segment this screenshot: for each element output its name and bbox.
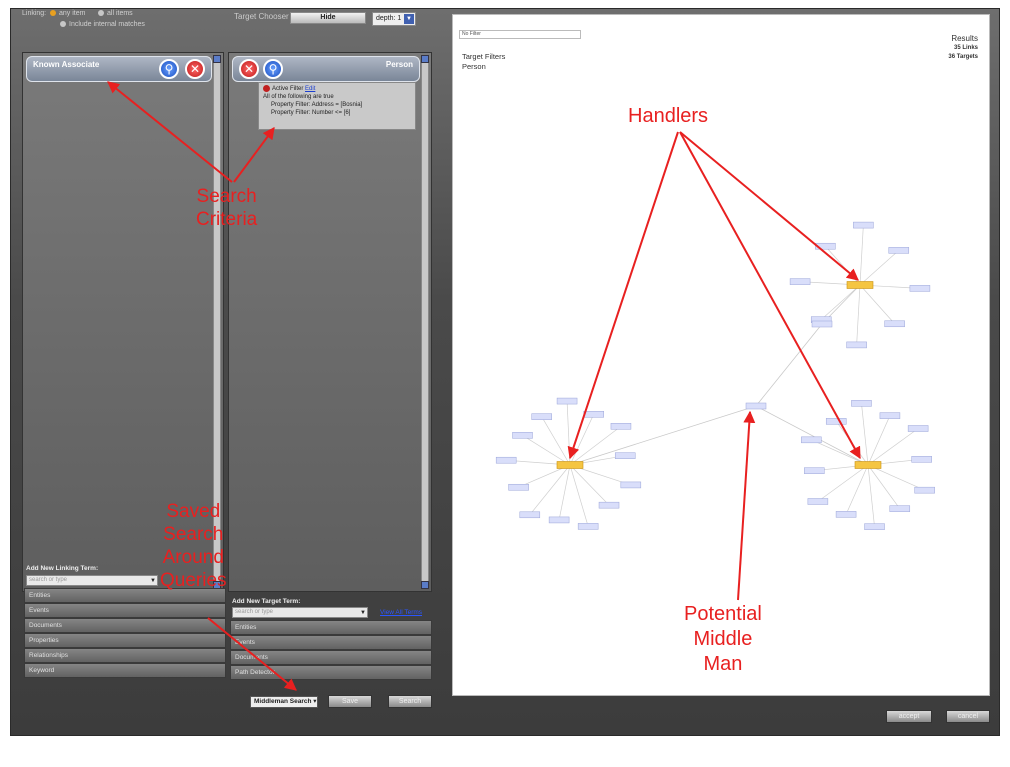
linking-category-list: Entities Events Documents Properties Relatio… (24, 588, 226, 678)
column-title: Known Associate (33, 60, 100, 69)
saved-search-select[interactable]: Middleman Search ▾ (250, 696, 318, 708)
category-path-detector[interactable]: Path Detector (230, 665, 432, 680)
category-documents[interactable]: Documents (230, 650, 432, 665)
target-chooser-label: Target Chooser (234, 12, 289, 21)
links-count: 35 Links (953, 45, 978, 51)
scrollbar[interactable] (421, 55, 429, 589)
all-items-radio[interactable]: all items (98, 10, 133, 17)
category-events[interactable]: Events (24, 603, 226, 618)
search-icon[interactable]: ⚲ (263, 59, 283, 79)
filter-line: All of the following are true (263, 94, 334, 101)
search-icon[interactable]: ⚲ (159, 59, 179, 79)
targets-count: 36 Targets (948, 54, 978, 60)
annotation-potential-middle-man: Potential Middle Man (684, 603, 762, 675)
any-item-radio[interactable]: any item (50, 10, 85, 17)
search-button[interactable]: Search (388, 695, 432, 708)
scroll-up-icon[interactable] (421, 55, 429, 63)
cancel-button[interactable]: cancel (946, 710, 990, 723)
category-properties[interactable]: Properties (24, 633, 226, 648)
chevron-down-icon: ▼ (150, 578, 156, 584)
save-button[interactable]: Save (328, 695, 372, 708)
annotation-search-criteria: Search Criteria (196, 186, 258, 230)
results-label: Results (951, 34, 978, 43)
accept-button[interactable]: accept (886, 710, 932, 723)
category-relationships[interactable]: Relationships (24, 648, 226, 663)
graph-panel[interactable] (452, 14, 990, 696)
remove-filter-icon[interactable] (263, 85, 270, 92)
scroll-down-icon[interactable] (421, 581, 429, 589)
linking-label: Linking: (22, 10, 47, 17)
target-category-list: Entities Events Documents Path Detector (230, 620, 432, 680)
category-keyword[interactable]: Keyword (24, 663, 226, 678)
scroll-up-icon[interactable] (213, 55, 221, 63)
active-filter-box: Active Filter Edit All of the following … (258, 82, 416, 130)
known-associate-header: Known Associate ⚲ ✕ (26, 56, 212, 82)
active-filter-label: Active Filter (272, 86, 304, 93)
filter-line: Property Filter: Number <= [6] (271, 110, 351, 117)
target-filters-label: Target Filters (462, 52, 506, 61)
category-documents[interactable]: Documents (24, 618, 226, 633)
add-target-term-label: Add New Target Term: (232, 598, 301, 605)
column-title: Person (385, 60, 413, 69)
annotation-saved-queries: Saved Search Around Queries (160, 501, 227, 591)
linking-term-input[interactable]: search or type ▼ (26, 575, 158, 586)
include-internal-checkbox[interactable]: Include internal matches (60, 21, 145, 28)
view-all-terms-link[interactable]: View All Terms (380, 609, 422, 616)
category-entities[interactable]: Entities (230, 620, 432, 635)
category-events[interactable]: Events (230, 635, 432, 650)
hide-button[interactable]: Hide (290, 12, 366, 24)
target-terms-column: ✕ ⚲ Person (228, 52, 432, 592)
chevron-down-icon: ▼ (404, 14, 414, 24)
depth-select[interactable]: depth: 1 ▼ (372, 12, 416, 26)
person-filter-label: Person (462, 62, 486, 71)
annotation-handlers: Handlers (628, 105, 709, 127)
close-icon[interactable]: ✕ (185, 59, 205, 79)
person-header: ✕ ⚲ Person (232, 56, 420, 82)
chevron-down-icon: ▼ (360, 610, 366, 616)
add-linking-term-label: Add New Linking Term: (26, 565, 99, 572)
target-term-input[interactable]: search or type ▼ (232, 607, 368, 618)
close-icon[interactable]: ✕ (239, 59, 259, 79)
filter-line: Property Filter: Address = [Bosnia] (271, 102, 363, 109)
graph-filter-input[interactable]: No Filter (459, 30, 581, 39)
edit-filter-link[interactable]: Edit (305, 86, 315, 92)
